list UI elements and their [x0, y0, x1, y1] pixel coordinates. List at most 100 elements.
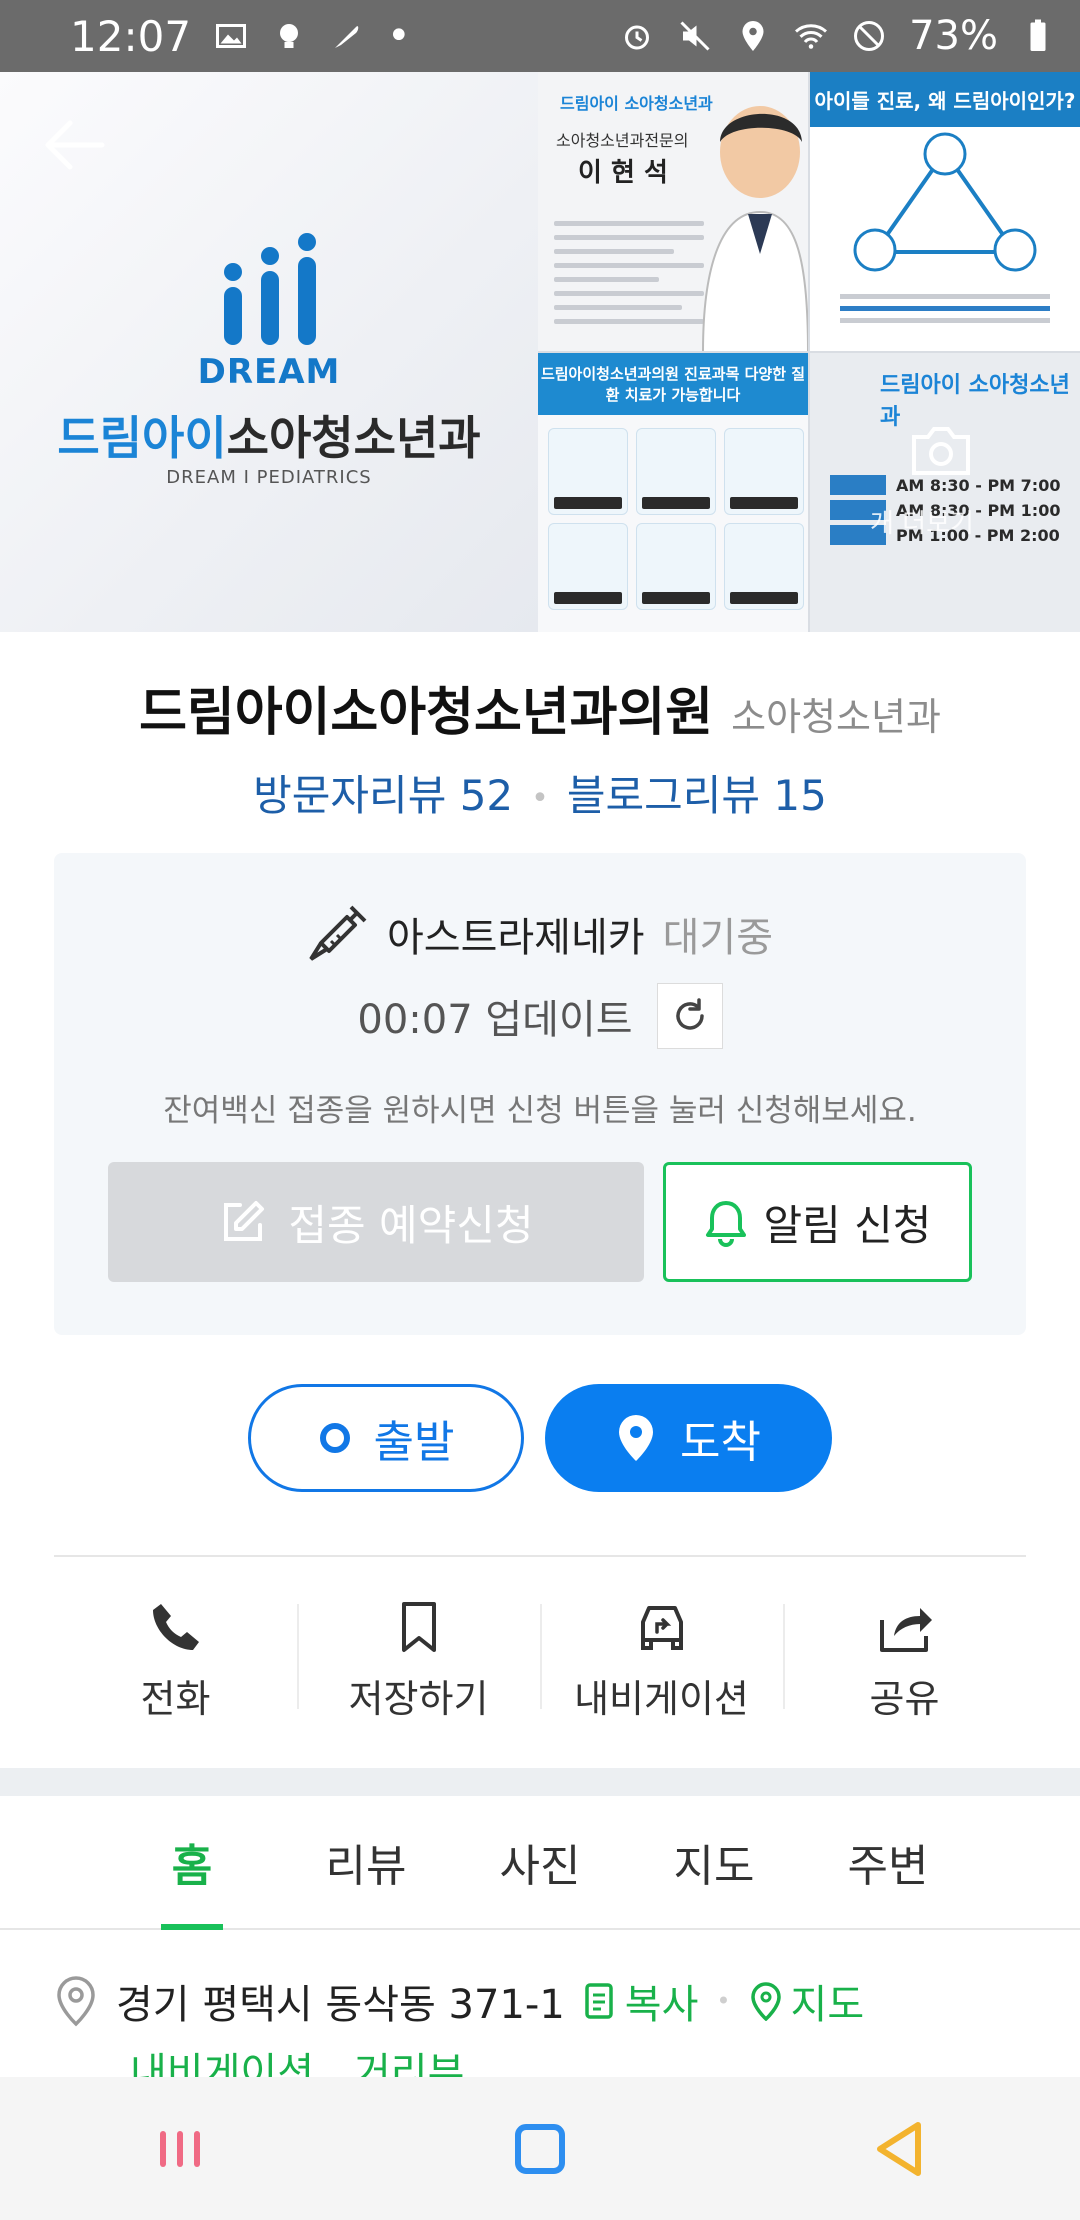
reserve-vaccine-button[interactable]: 접종 예약신청 — [108, 1162, 644, 1282]
navigation-action[interactable]: 내비게이션 — [540, 1590, 783, 1740]
call-action[interactable]: 전화 — [54, 1590, 297, 1740]
doctor-name: 이 현 석 — [578, 158, 668, 188]
tab-photo[interactable]: 사진 — [453, 1796, 627, 1928]
place-title-row: 드림아이소아청소년과의원 소아청소년과 — [0, 670, 1080, 745]
image-icon — [216, 24, 247, 48]
tab-nearby[interactable]: 주변 — [801, 1796, 975, 1928]
triangle-diagram — [853, 132, 1037, 272]
tab-map[interactable]: 지도 — [627, 1796, 801, 1928]
services-icon-grid — [548, 428, 804, 610]
vaccine-status: 대기중 — [662, 915, 773, 961]
map-link[interactable]: 지도 — [749, 1972, 865, 2030]
arrive-button[interactable]: 도착 — [545, 1384, 832, 1492]
separator-dot: • — [531, 781, 549, 816]
section-gap — [0, 1768, 1080, 1796]
refresh-button[interactable] — [656, 983, 723, 1049]
blog-review-link[interactable]: 블로그리뷰 15 — [567, 771, 827, 820]
save-label: 저장하기 — [348, 1677, 489, 1721]
tab-review[interactable]: 리뷰 — [279, 1796, 453, 1928]
gallery-main-photo[interactable]: DREAM 드림아이소아청소년과 DREAM I PEDIATRICS — [0, 72, 538, 632]
depart-label: 출발 — [373, 1417, 455, 1468]
why-text-lines — [840, 287, 1050, 330]
alarm-icon — [625, 25, 650, 50]
status-bar: 12:07 • 73% — [0, 0, 1080, 72]
gallery-thumb-services[interactable]: 드림아이청소년과의원 진료과목 다양한 질환 치료가 가능합니다 — [538, 353, 808, 632]
phone-icon — [152, 1604, 199, 1650]
thumb-brand: 드림아이 소아청소년과 — [560, 94, 713, 113]
thumb-hours-brand: 드림아이 소아청소년과 — [880, 373, 1070, 430]
gallery-thumb-doctor[interactable]: 드림아이 소아청소년과 소아청소년과전문의 이 현 석 — [538, 72, 808, 351]
battery-percent: 73% — [909, 13, 998, 59]
logo-name-dark: 소아청소년과 — [226, 411, 481, 465]
home-icon[interactable] — [510, 2119, 570, 2179]
back-arrow-icon[interactable] — [40, 117, 106, 173]
tab-bar: 홈 리뷰 사진 지도 주변 — [0, 1796, 1080, 1930]
recent-apps-icon[interactable] — [150, 2119, 210, 2179]
map-label: 지도 — [790, 1982, 865, 2028]
wifi-icon — [795, 24, 828, 49]
reserve-label: 접종 예약신청 — [288, 1200, 534, 1250]
copy-icon — [585, 1983, 613, 2019]
separator-dot: • — [716, 1987, 731, 2015]
review-summary: 방문자리뷰 52 • 블로그리뷰 15 — [0, 762, 1080, 823]
thumb-services-heading: 드림아이청소년과의원 진료과목 다양한 질환 치료가 가능합니다 — [538, 353, 808, 415]
arrive-label: 도착 — [680, 1417, 761, 1468]
share-label: 공유 — [869, 1677, 940, 1721]
gallery-thumbnails: 드림아이 소아청소년과 소아청소년과전문의 이 현 석 아이들 진료, 왜 드림… — [538, 72, 1080, 632]
logo-clinic-name: 드림아이소아청소년과 — [0, 402, 538, 468]
car-navigation-icon — [640, 1606, 683, 1650]
location-pin-icon — [57, 1976, 95, 2027]
alert-label: 알림 신청 — [763, 1200, 932, 1250]
camera-icon — [912, 427, 970, 475]
notification-dot-icon: • — [387, 13, 411, 59]
vaccine-status-line: 아스트라제네카 대기중 — [54, 903, 1026, 965]
bulb-icon — [280, 24, 299, 48]
logo-subtitle: DREAM I PEDIATRICS — [166, 467, 372, 488]
copy-label: 복사 — [624, 1982, 699, 2028]
back-icon[interactable] — [870, 2119, 930, 2179]
bell-icon — [705, 1201, 746, 1247]
more-photos-label[interactable]: 개 더보기 — [870, 503, 974, 540]
call-label: 전화 — [140, 1677, 211, 1721]
vaccine-card: 아스트라제네카 대기중 00:07 업데이트 잔여백신 접종을 원하시면 신청 버… — [54, 853, 1026, 1335]
share-icon — [879, 1608, 932, 1652]
hours-row-1: AM 8:30 - PM 7:00 — [896, 475, 1061, 495]
do-not-disturb-icon — [854, 21, 885, 51]
bookmark-icon — [401, 1602, 436, 1652]
alert-request-button[interactable]: 알림 신청 — [663, 1162, 972, 1282]
destination-pin-icon — [619, 1415, 654, 1461]
feather-icon — [335, 26, 359, 48]
tab-home[interactable]: 홈 — [105, 1796, 279, 1928]
mute-icon — [680, 21, 710, 51]
status-time: 12:07 — [70, 11, 192, 61]
visitor-review-link[interactable]: 방문자리뷰 52 — [253, 771, 513, 820]
thumb-heading: 소아청소년과전문의 — [556, 131, 689, 150]
refresh-icon — [675, 998, 704, 1030]
syringe-icon — [309, 905, 367, 961]
logo-dream-text: DREAM — [197, 352, 341, 392]
place-name: 드림아이소아청소년과의원 — [139, 683, 714, 743]
update-time: 00:07 업데이트 — [357, 997, 633, 1043]
gallery-thumb-hours[interactable]: 드림아이 소아청소년과 AM 8:30 - PM 7:00 AM 8:30 - … — [810, 353, 1080, 632]
dream-logo-icon — [224, 233, 316, 345]
battery-icon — [1030, 19, 1046, 51]
map-pin-icon — [750, 1982, 781, 2021]
depart-button[interactable]: 출발 — [248, 1384, 524, 1492]
location-icon — [742, 21, 764, 51]
place-category: 소아청소년과 — [731, 695, 941, 739]
divider — [54, 1555, 1026, 1557]
origin-dot-icon — [319, 1423, 350, 1453]
share-action[interactable]: 공유 — [783, 1590, 1026, 1740]
photo-gallery[interactable]: DREAM 드림아이소아청소년과 DREAM I PEDIATRICS 드림아이… — [0, 72, 1080, 632]
update-line: 00:07 업데이트 — [54, 983, 1026, 1049]
save-action[interactable]: 저장하기 — [297, 1590, 540, 1740]
doctor-bio-lines — [554, 212, 704, 333]
edit-icon — [224, 1201, 265, 1241]
navigation-label: 내비게이션 — [574, 1677, 749, 1721]
gallery-thumb-why[interactable]: 아이들 진료, 왜 드림아이인가? — [810, 72, 1080, 351]
doctor-illustration — [702, 106, 808, 351]
android-nav-bar — [0, 2077, 1080, 2220]
address-text: 경기 평택시 동삭동 371-1 — [116, 1982, 565, 2028]
copy-address-link[interactable]: 복사 — [583, 1972, 699, 2030]
logo-name-blue: 드림아이 — [57, 411, 227, 465]
